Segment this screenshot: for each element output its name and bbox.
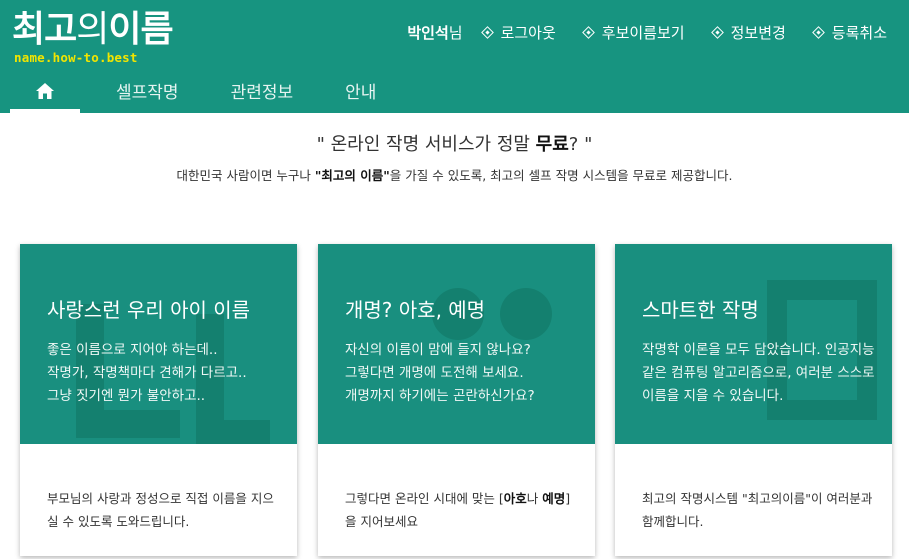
logo-subtitle: name.how-to.best <box>14 50 138 65</box>
card-footer-text: 그렇다면 온라인 시대에 맞는 [아호나 예명]을 지어보세요 <box>345 491 571 529</box>
diamond-bullet-icon <box>710 25 724 39</box>
card-title: 사랑스런 우리 아이 이름 <box>47 298 251 322</box>
home-icon <box>36 82 54 99</box>
user-name: 박인석 <box>407 23 449 42</box>
intro-section: " 온라인 작명 서비스가 정말 무료? " 대한민국 사람이면 누구나 "최고… <box>0 133 909 185</box>
nav-self-naming-tab[interactable]: 셀프작명 <box>90 68 205 113</box>
intro-description: 대한민국 사람이면 누구나 "최고의 이름"을 가질 수 있도록, 최고의 셀프… <box>176 168 733 183</box>
card-title: 스마트한 작명 <box>642 298 759 322</box>
intro-title: " 온라인 작명 서비스가 정말 무료? " <box>316 134 593 155</box>
card-footer-text: 최고의 작명시스템 "최고의이름"이 여러분과 함께합니다. <box>642 491 873 529</box>
card-header: 스마트한 작명 작명학 이론을 모두 담았습니다. 인공지능 같은 컴퓨팅 알고… <box>615 244 892 444</box>
unregister-link[interactable]: 등록취소 <box>811 22 887 43</box>
logo-title: 최고의이름 <box>12 9 174 50</box>
diamond-bullet-icon <box>811 25 825 39</box>
diamond-bullet-icon <box>581 25 595 39</box>
card-header: 개명? 아호, 예명 자신의 이름이 맘에 들지 않나요? 그렇다면 개명에 도… <box>318 244 595 444</box>
nav-related-info-tab[interactable]: 관련정보 <box>205 68 320 113</box>
card-footer-text: 부모님의 사랑과 정성으로 직접 이름을 지으실 수 있도록 도와드립니다. <box>47 491 274 529</box>
card-header: 사랑스런 우리 아이 이름 좋은 이름으로 지어야 하는데.. 작명가, 작명책… <box>20 244 297 444</box>
nav-home-tab[interactable] <box>10 68 80 113</box>
nav-guide-tab[interactable]: 안내 <box>319 68 402 113</box>
card-description: 좋은 이름으로 지어야 하는데.. 작명가, 작명책마다 견해가 다르고.. 그… <box>47 342 247 404</box>
user-nav: 박인석 님 로그아웃 후보이름보기 정보변경 등록취소 <box>407 20 887 44</box>
feature-card-baby-name[interactable]: 사랑스런 우리 아이 이름 좋은 이름으로 지어야 하는데.. 작명가, 작명책… <box>20 244 297 556</box>
site-header: 최고의이름 name.how-to.best 박인석 님 로그아웃 후보이름보기 … <box>0 0 909 113</box>
main-nav: 셀프작명 관련정보 안내 <box>10 68 402 113</box>
diamond-bullet-icon <box>480 25 494 39</box>
card-title: 개명? 아호, 예명 <box>345 298 486 322</box>
card-description: 자신의 이름이 맘에 들지 않나요? 그렇다면 개명에 도전해 보세요. 개명까… <box>345 342 535 404</box>
candidate-names-link[interactable]: 후보이름보기 <box>581 22 685 43</box>
feature-card-smart-naming[interactable]: 스마트한 작명 작명학 이론을 모두 담았습니다. 인공지능 같은 컴퓨팅 알고… <box>615 244 892 556</box>
logout-link[interactable]: 로그아웃 <box>480 22 556 43</box>
card-description: 작명학 이론을 모두 담았습니다. 인공지능 같은 컴퓨팅 알고리즘으로, 여러… <box>642 342 875 404</box>
user-suffix: 님 <box>448 23 463 42</box>
site-logo[interactable]: 최고의이름 name.how-to.best <box>12 6 187 68</box>
edit-info-link[interactable]: 정보변경 <box>710 22 786 43</box>
feature-card-rename[interactable]: 개명? 아호, 예명 자신의 이름이 맘에 들지 않나요? 그렇다면 개명에 도… <box>318 244 595 556</box>
